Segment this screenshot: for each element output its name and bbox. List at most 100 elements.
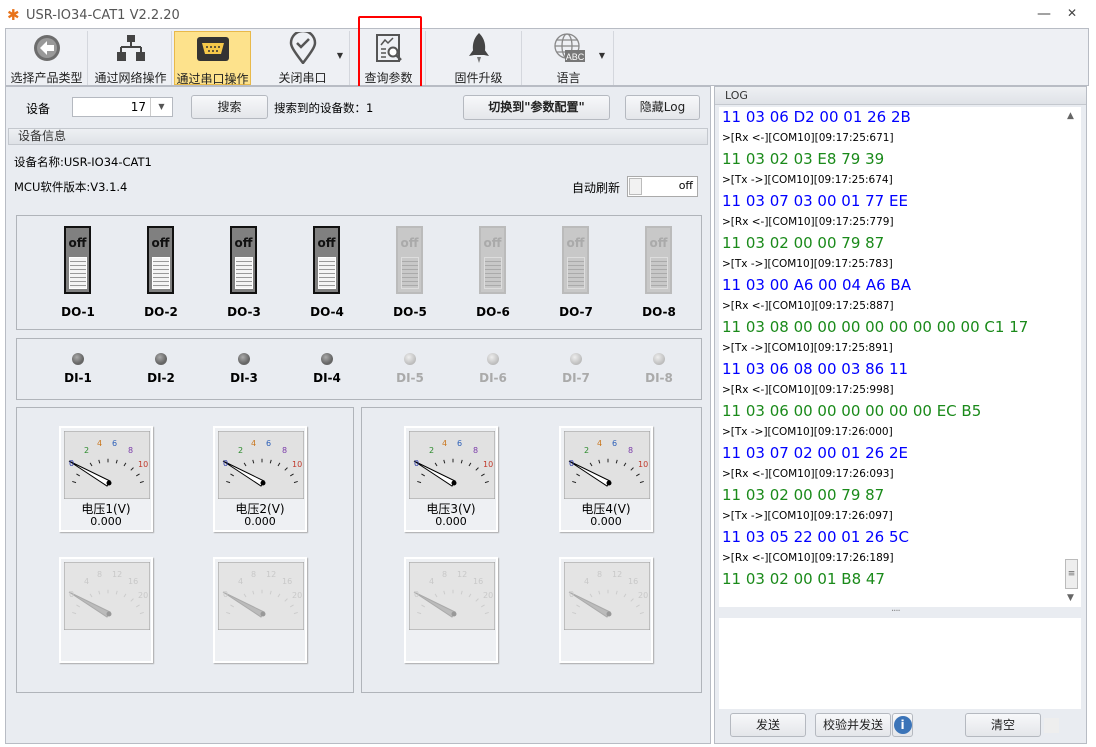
gauge-tick-label: 8 [597,570,603,579]
gauge-tick-label: 8 [251,570,257,579]
di-label: DI-8 [645,371,673,385]
auto-refresh-toggle[interactable]: off [627,176,698,197]
gauge-tick-label: 0 [69,590,75,599]
dropdown-arrow-icon[interactable]: ▼ [337,51,343,60]
toolbar-button-0[interactable]: 选择产品类型 [6,31,88,85]
check-and-send-button[interactable]: 校验并发送 [815,713,891,737]
scroll-up-icon[interactable]: ▲ [1067,111,1074,121]
do-output-group: off DO-1 off DO-2 off DO-3 off DO-4 off DO-5 off DO… [16,215,702,330]
di-label: DI-7 [562,371,590,385]
hide-log-button[interactable]: 隐藏Log [625,95,700,120]
log-line: 11 03 02 00 00 79 87 [722,234,885,252]
info-icon: i [893,716,912,734]
toolbar-button-1[interactable]: 通过网络操作 [90,31,172,85]
gauge-group-right: 0 2 4 6 8 10 电压3(V) 0.000 0 2 4 6 8 10 电压4(V) 0.000 0 4 8 1… [361,407,702,693]
do-switch-3[interactable]: off [230,226,257,294]
log-line: >[Rx <-][COM10][09:17:25:779] [722,216,894,228]
gauge-tick-label: 0 [69,459,75,468]
search-button[interactable]: 搜索 [191,95,268,119]
send-input[interactable] [719,618,1081,709]
rocket-icon [436,33,521,63]
gauge-tick-label: 10 [638,460,649,469]
network-icon [90,33,171,63]
gauge-tick-label: 16 [628,577,639,586]
di-led-2 [155,353,167,365]
log-line: 11 03 05 22 00 01 26 5C [722,528,910,546]
gauge-tick-label: 20 [638,591,649,600]
di-led-1 [72,353,84,365]
toolbar-button-2[interactable]: 通过串口操作 [174,31,251,86]
di-led-8 [653,353,665,365]
gauge-tick-label: 12 [112,570,123,579]
toolbar-button-6[interactable]: ABC ▼ 语言 [524,31,614,85]
log-line: >[Tx ->][COM10][09:17:26:000] [722,426,893,438]
gauge-tick-label: 2 [238,446,244,455]
gauge-tick-label: 8 [282,446,288,455]
do-switch-6: off [479,226,506,294]
info-button[interactable]: i [892,713,913,737]
toolbar-button-3[interactable]: ▼ 关闭串口 [256,31,350,85]
gauge-tick-label: 12 [612,570,623,579]
device-label: 设备 [26,102,51,116]
do-switch-5: off [396,226,423,294]
log-line: >[Tx ->][COM10][09:17:25:783] [722,258,893,270]
send-button[interactable]: 发送 [730,713,806,737]
gauge-tick-label: 8 [97,570,103,579]
toolbar-label: 通过网络操作 [94,71,167,85]
minimize-button[interactable]: — [1030,6,1058,26]
switch-to-config-button[interactable]: 切换到"参数配置" [463,95,610,120]
splitter-handle[interactable]: .... [891,603,901,614]
gauge-tick-label: 0 [223,590,229,599]
gauge-tick-label: 2 [429,446,435,455]
scroll-thumb[interactable]: ≡ [1065,559,1078,589]
switch-knob [650,257,668,289]
clear-button[interactable]: 清空 [965,713,1041,737]
gauge-tick-label: 4 [84,577,90,586]
chevron-down-icon[interactable]: ▼ [150,98,172,116]
gauge-tick-label: 6 [112,439,118,448]
voltage-gauge: 0 4 8 12 16 20 [404,557,498,663]
log-line: >[Rx <-][COM10][09:17:26:093] [722,468,894,480]
scroll-down-icon[interactable]: ▼ [1067,593,1074,603]
switch-knob [567,257,585,289]
voltage-gauge: 0 2 4 6 8 10 电压1(V) 0.000 [59,426,153,532]
log-output[interactable]: 11 03 06 D2 00 01 26 2B >[Rx <-][COM10][0… [719,107,1081,607]
gauge-tick-label: 0 [223,459,229,468]
gauge-tick-label: 20 [483,591,494,600]
log-line: >[Rx <-][COM10][09:17:25:671] [722,132,894,144]
device-panel: 设备 17 ▼ 搜索 搜索到的设备数：1 切换到"参数配置" 隐藏Log 设备信… [5,86,711,744]
log-line: >[Rx <-][COM10][09:17:26:189] [722,552,894,564]
voltage-gauge: 0 4 8 12 16 20 [59,557,153,663]
voltage-gauge: 0 2 4 6 8 10 电压3(V) 0.000 [404,426,498,532]
location-check-icon [256,32,349,64]
log-line: >[Rx <-][COM10][09:17:25:998] [722,384,894,396]
toolbar-label: 固件升级 [454,71,503,85]
log-line: 11 03 06 08 00 03 86 11 [722,360,909,378]
do-label: DO-1 [61,305,95,319]
gauge-tick-label: 12 [457,570,468,579]
toolbar-button-5[interactable]: 固件升级 [436,31,522,85]
gauge-value: 0.000 [590,515,622,528]
do-switch-2[interactable]: off [147,226,174,294]
device-select[interactable]: 17 ▼ [72,97,173,117]
switch-knob [401,257,419,289]
dropdown-arrow-icon[interactable]: ▼ [599,51,605,60]
do-switch-1[interactable]: off [64,226,91,294]
switch-state: off [234,236,253,250]
switch-knob [318,257,336,289]
close-button[interactable]: ✕ [1058,6,1086,26]
log-header: LOG [715,87,1086,105]
toolbar-label: 关闭串口 [278,71,327,85]
gauge-tick-label: 4 [97,439,103,448]
toggle-state: off [678,179,693,192]
do-label: DO-5 [393,305,427,319]
log-scrollbar[interactable]: ▲ ≡ ▼ [1063,107,1081,607]
do-switch-4[interactable]: off [313,226,340,294]
switch-knob [484,257,502,289]
log-line: 11 03 00 A6 00 04 A6 BA [722,276,911,294]
mcu-version: MCU软件版本:V3.1.4 [14,180,128,194]
serial-port-icon [175,34,250,64]
di-input-group: DI-1 DI-2 DI-3 DI-4 DI-5 DI-6 DI-7 DI-8 [16,338,702,400]
gauge-tick-label: 16 [128,577,139,586]
gauge-tick-label: 0 [569,590,575,599]
